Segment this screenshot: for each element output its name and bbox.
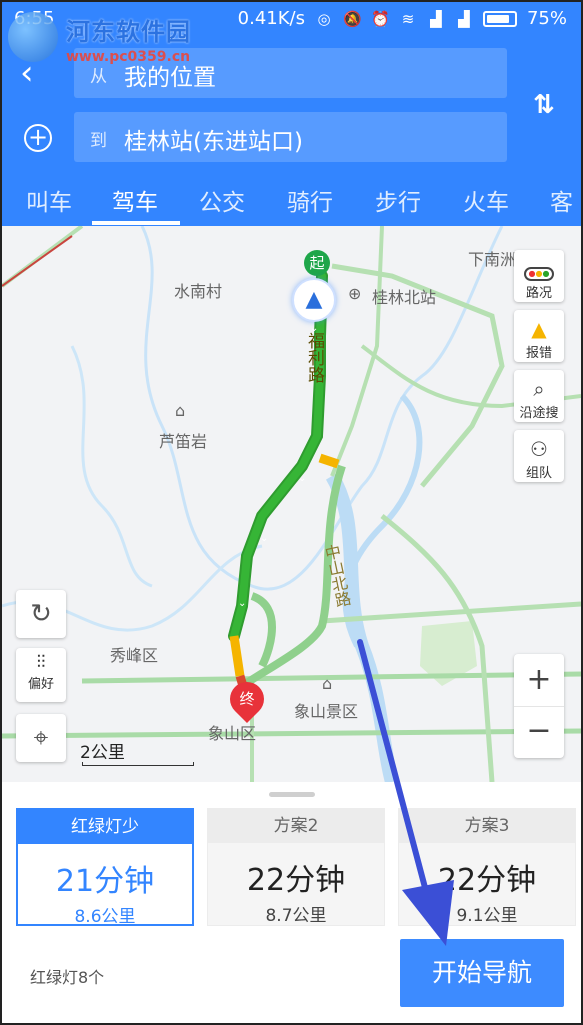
svg-text:⌄: ⌄: [238, 598, 246, 609]
zoom-in-button[interactable]: +: [514, 654, 564, 706]
zoom-out-button[interactable]: −: [514, 706, 564, 758]
map-label-xiananshan: 下南洲: [468, 250, 517, 269]
route-header: 6:55 0.41K/s ◎ 🔕 ⏰ ≋ ▟ ▟ 75% 河东软件园 www.p…: [2, 2, 581, 226]
battery-icon: [482, 10, 517, 27]
report-error-button[interactable]: ▲ 报错: [514, 310, 564, 362]
map-view[interactable]: ⌄ ⌄ ⌄ ⌄ 下南洲 水南村 ⊕ 桂林北站 ⌂ 芦笛岩 秀峰区 ⌂ 象山景区 …: [2, 226, 581, 782]
destination-prefix: 到: [90, 131, 107, 151]
app-frame: 6:55 0.41K/s ◎ 🔕 ⏰ ≋ ▟ ▟ 75% 河东软件园 www.p…: [0, 0, 583, 1025]
map-label-guilin-north: 桂林北站: [372, 288, 437, 307]
plan-distance: 8.6公里: [74, 907, 136, 927]
map-label-xiangshan: 象山区: [208, 724, 257, 743]
map-label-ludiyan: 芦笛岩: [159, 432, 208, 451]
map-label-xiufeng: 秀峰区: [110, 646, 159, 665]
map-label-shuinancun: 水南村: [174, 282, 223, 301]
active-tab-indicator: [92, 221, 180, 225]
hotspot-icon: ◎: [317, 9, 331, 28]
plan-name: 方案3: [399, 809, 575, 843]
destination-value: 桂林站(东进站口): [124, 129, 303, 155]
warning-icon: ▲: [531, 317, 547, 341]
sliders-icon: ⫶⫶: [36, 652, 46, 673]
watermark-logo-icon: [8, 12, 58, 62]
battery-level: 75%: [526, 8, 567, 29]
watermark-url: www.pc0359.cn: [66, 49, 191, 65]
tab-drive[interactable]: 驾车: [112, 183, 158, 217]
tab-coach[interactable]: 客: [550, 183, 573, 217]
my-location-arrow-icon: ▲: [292, 278, 336, 322]
mute-icon: 🔕: [342, 9, 362, 28]
plan-name: 方案2: [208, 809, 384, 843]
map-canvas: ⌄ ⌄ ⌄ ⌄: [2, 226, 581, 782]
signal-icon-2: ▟: [458, 9, 470, 28]
watermark-title: 河东软件园: [66, 17, 191, 46]
swap-route-icon[interactable]: ⇅: [530, 88, 558, 122]
svg-text:⌄: ⌄: [298, 473, 306, 484]
network-speed: 0.41K/s: [237, 8, 305, 29]
alarm-icon: ⏰: [370, 9, 390, 28]
tab-taxi[interactable]: 叫车: [26, 183, 72, 217]
traffic-light-icon: ●●●: [514, 256, 564, 282]
locate-me-icon[interactable]: ⌖: [16, 714, 66, 762]
tab-cycling[interactable]: 骑行: [287, 183, 333, 217]
plan-time: 22分钟: [437, 863, 537, 898]
plan-card-1[interactable]: 红绿灯少 21分钟 8.6公里: [16, 808, 194, 927]
traffic-lights-count: 红绿灯8个: [30, 968, 105, 987]
plan-name: 红绿灯少: [18, 810, 192, 844]
zoom-controls: + −: [514, 654, 564, 758]
plan-card-3[interactable]: 方案3 22分钟 9.1公里: [398, 808, 576, 926]
tab-walk[interactable]: 步行: [375, 183, 421, 217]
team-label: 组队: [525, 466, 552, 481]
plan-card-2[interactable]: 方案2 22分钟 8.7公里: [207, 808, 385, 926]
destination-field[interactable]: 到 桂林站(东进站口): [74, 112, 507, 162]
plan-time: 21分钟: [55, 864, 155, 899]
travel-mode-tabs: 叫车 驾车 公交 骑行 步行 火车 客: [2, 177, 581, 226]
svg-text:⌄: ⌄: [260, 533, 268, 544]
map-label-fuli-road: 福利路: [304, 332, 324, 383]
scale-bar: [82, 762, 194, 766]
status-icons: 0.41K/s ◎ 🔕 ⏰ ≋ ▟ ▟ 75%: [238, 8, 567, 29]
route-plans-sheet: 红绿灯少 21分钟 8.6公里 方案2 22分钟 8.7公里 方案3 22分钟 …: [2, 782, 581, 1023]
traffic-button[interactable]: ●●● 路况: [514, 250, 564, 302]
origin-prefix: 从: [90, 67, 107, 87]
plan-time: 22分钟: [246, 863, 346, 898]
signal-icon: ▟: [430, 9, 442, 28]
tab-train[interactable]: 火车: [463, 183, 509, 217]
plan-distance: 8.7公里: [265, 906, 327, 926]
search-along-label: 沿途搜: [519, 406, 559, 421]
search-icon: ⌕: [533, 377, 545, 401]
poi-icon-2: ⌂: [322, 674, 333, 693]
start-navigation-button[interactable]: 开始导航: [400, 939, 564, 1007]
sheet-drag-handle[interactable]: [269, 792, 315, 797]
plan-distance: 9.1公里: [456, 906, 518, 926]
scale-label: 2公里: [80, 743, 125, 763]
station-icon: ⊕: [348, 284, 362, 303]
end-marker: 终: [239, 690, 255, 708]
refresh-route-icon[interactable]: ↻: [16, 590, 66, 638]
preference-button[interactable]: ⫶⫶ 偏好: [16, 648, 66, 702]
search-along-button[interactable]: ⌕ 沿途搜: [514, 370, 564, 422]
site-watermark: 河东软件园 www.pc0359.cn: [8, 12, 191, 65]
people-icon: ⚇: [530, 437, 548, 461]
tab-bus[interactable]: 公交: [199, 183, 245, 217]
poi-icon: ⌂: [175, 401, 186, 420]
team-button[interactable]: ⚇ 组队: [514, 430, 564, 482]
add-waypoint-icon[interactable]: +: [24, 124, 52, 152]
report-label: 报错: [525, 346, 552, 361]
preference-label: 偏好: [27, 677, 54, 692]
start-marker: 起: [304, 250, 330, 276]
map-label-xiangshan-scenic: 象山景区: [294, 702, 359, 721]
wifi-icon: ≋: [401, 9, 415, 28]
traffic-label: 路况: [525, 286, 552, 301]
